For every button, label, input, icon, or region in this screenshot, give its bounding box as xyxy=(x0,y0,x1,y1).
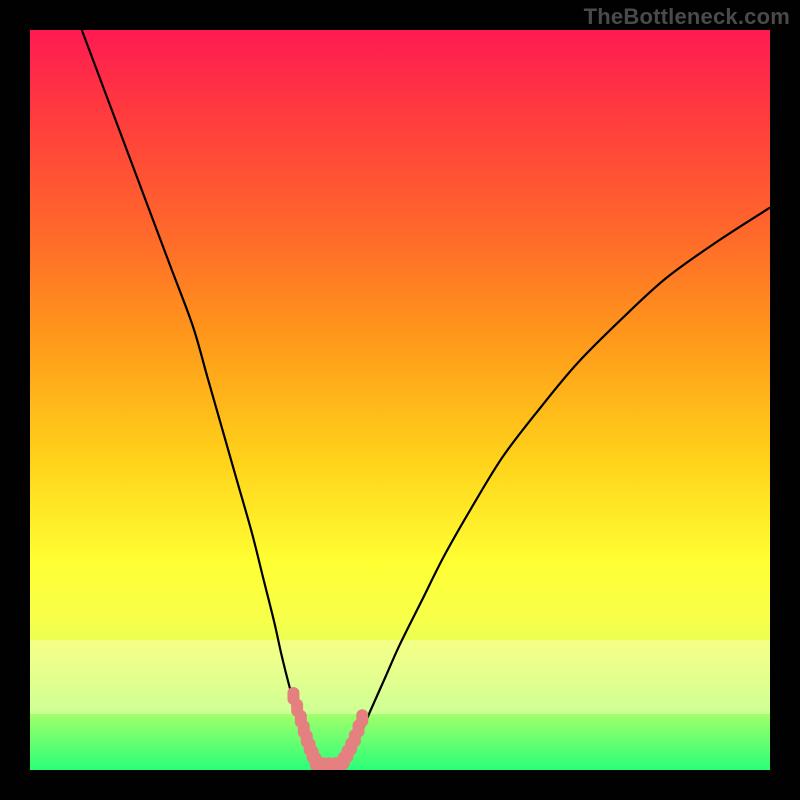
data-marker xyxy=(356,709,368,727)
left-curve xyxy=(82,30,315,766)
chart-svg xyxy=(30,30,770,770)
chart-frame: TheBottleneck.com xyxy=(0,0,800,800)
marker-group xyxy=(287,687,368,770)
plot-area xyxy=(30,30,770,770)
right-curve xyxy=(341,208,770,767)
watermark-text: TheBottleneck.com xyxy=(584,4,790,30)
